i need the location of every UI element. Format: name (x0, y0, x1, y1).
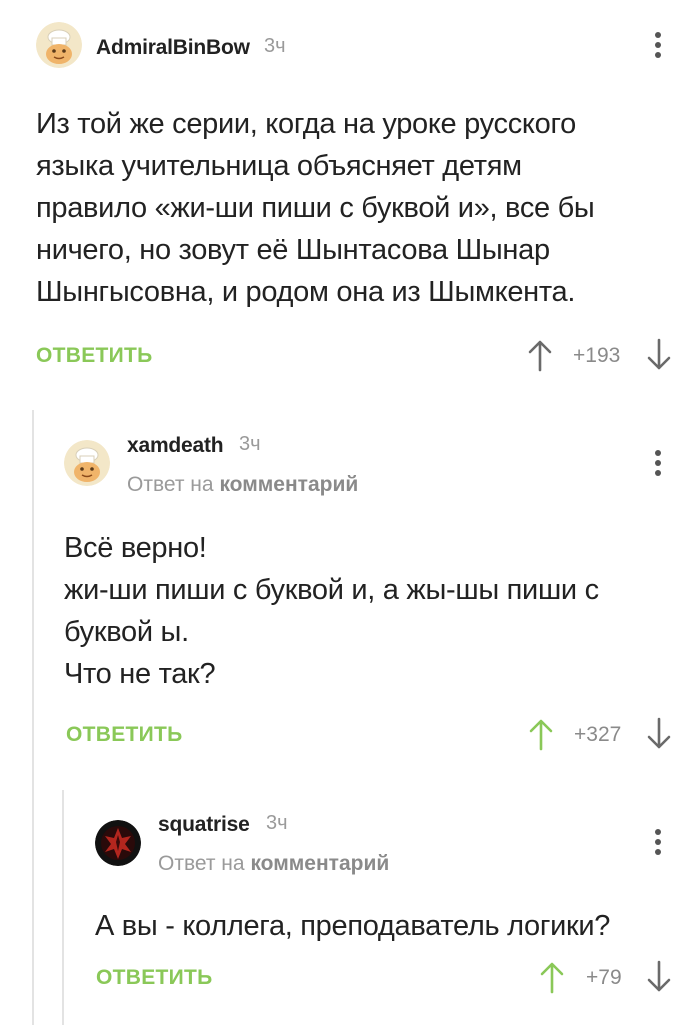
comment-text: А вы - коллега, преподаватель логики? (95, 910, 611, 942)
comment-time: 3ч (239, 433, 261, 455)
comment-rating: +193 (573, 344, 621, 367)
downvote-arrow-icon[interactable] (645, 338, 673, 372)
comment-time: 3ч (264, 35, 286, 57)
reply-button[interactable]: ОТВЕТИТЬ (66, 723, 183, 747)
reply-button[interactable]: ОТВЕТИТЬ (36, 344, 153, 368)
comment-rating: +327 (574, 723, 622, 746)
reply-to-link[interactable]: Ответ на комментарий (127, 473, 358, 497)
comment-author[interactable]: AdmiralBinBow (96, 36, 250, 60)
more-options-icon[interactable] (648, 446, 668, 480)
comment-author[interactable]: xamdeath (127, 434, 224, 458)
thread-line-level-1 (32, 410, 34, 1025)
comment-text: Всё верно! жи-ши пиши с буквой и, а жы-ш… (64, 532, 599, 690)
thread-line-level-2 (62, 790, 64, 1025)
comment-time: 3ч (266, 812, 288, 834)
comment-rating: +79 (586, 966, 622, 989)
reply-button[interactable]: ОТВЕТИТЬ (96, 966, 213, 990)
downvote-arrow-icon[interactable] (645, 717, 673, 751)
upvote-arrow-icon[interactable] (538, 960, 566, 994)
comment-author[interactable]: squatrise (158, 813, 250, 837)
comment-text: Из той же серии, когда на уроке русского… (36, 108, 595, 308)
chef-avatar-icon[interactable] (64, 440, 110, 486)
more-options-icon[interactable] (648, 825, 668, 859)
horde-emblem-avatar-icon[interactable] (95, 820, 141, 866)
chef-avatar-icon[interactable] (36, 22, 82, 68)
downvote-arrow-icon[interactable] (645, 960, 673, 994)
upvote-arrow-icon[interactable] (527, 717, 555, 751)
reply-to-link[interactable]: Ответ на комментарий (158, 852, 389, 876)
more-options-icon[interactable] (648, 28, 668, 62)
upvote-arrow-icon[interactable] (526, 338, 554, 372)
